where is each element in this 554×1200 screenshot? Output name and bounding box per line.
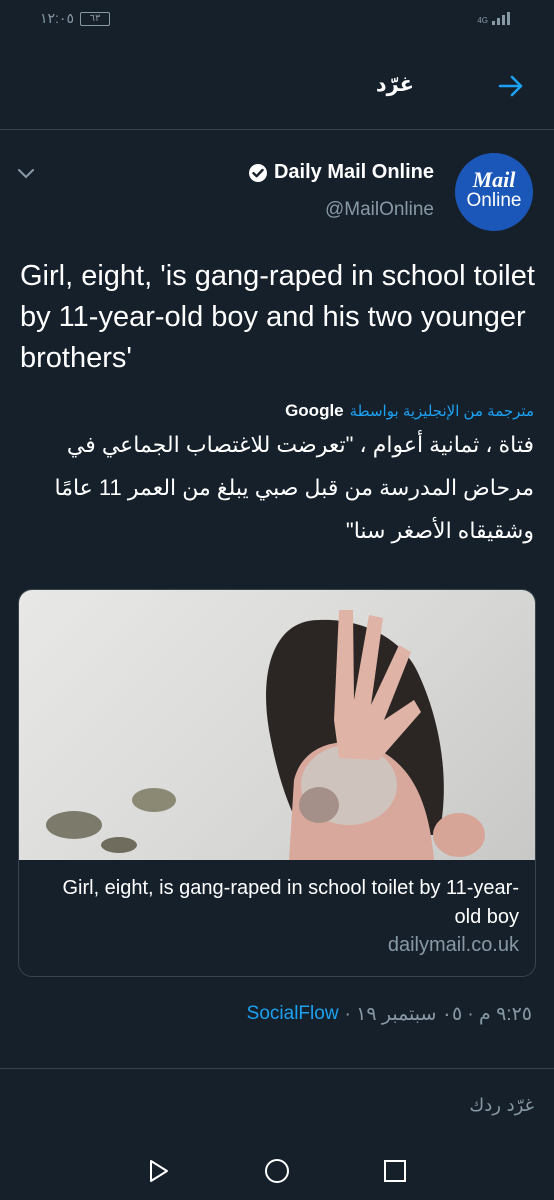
arrow-right-icon[interactable] xyxy=(498,74,524,98)
author-name-row[interactable]: Daily Mail Online xyxy=(248,161,434,184)
status-time: ١٢:٠٥ xyxy=(40,10,74,26)
link-card[interactable]: Girl, eight, is gang-raped in school toi… xyxy=(18,589,536,977)
recents-square-icon[interactable] xyxy=(380,1156,410,1186)
tweet-text: Girl, eight, 'is gang-raped in school to… xyxy=(20,260,535,374)
status-bar: ١٢:٠٥ ٦٣ 4G xyxy=(0,0,554,42)
system-nav-bar xyxy=(0,1144,554,1200)
user-handle[interactable]: @MailOnline xyxy=(325,199,434,221)
home-circle-icon[interactable] xyxy=(262,1156,292,1186)
avatar-text-online: Online xyxy=(466,190,522,211)
avatar-text-mail: Mail xyxy=(472,167,516,192)
card-photo xyxy=(46,610,485,860)
card-title: Girl, eight, is gang-raped in school toi… xyxy=(62,877,519,928)
google-logo: Google xyxy=(285,401,344,420)
card-image[interactable] xyxy=(19,590,535,860)
avatar[interactable]: Mail Online xyxy=(455,153,533,231)
reply-bar xyxy=(0,1068,554,1144)
header: غرّد xyxy=(0,42,554,130)
signal-bar xyxy=(502,15,505,25)
translated-text: فتاة ، ثمانية أعوام ، "تعرضت للاغتصاب ال… xyxy=(54,432,534,543)
signal-bar xyxy=(492,21,495,25)
signal-bar xyxy=(507,12,510,25)
signal-indicator: 4G xyxy=(477,12,510,25)
card-domain: dailymail.co.uk xyxy=(387,934,519,956)
page-title: غرّد xyxy=(375,73,414,96)
verified-icon xyxy=(248,163,267,182)
translation-attribution[interactable]: مترجمة من الإنجليزية بواسطة Google xyxy=(285,401,534,421)
translated-by-label: مترجمة من الإنجليزية بواسطة xyxy=(349,403,534,420)
back-triangle-icon[interactable] xyxy=(143,1156,173,1186)
display-name: Daily Mail Online xyxy=(273,161,434,183)
network-type: 4G xyxy=(477,16,488,25)
tweet-meta: ٩:٢٥ م · ٠٥ سبتمبر ١٩ · SocialFlow xyxy=(247,1003,532,1026)
tweet-timestamp: ٩:٢٥ م · ٠٥ سبتمبر ١٩ · xyxy=(344,1004,532,1025)
reply-input[interactable] xyxy=(234,1095,534,1116)
signal-bar xyxy=(497,18,500,25)
battery-icon: ٦٣ xyxy=(79,11,110,26)
tweet-source-link[interactable]: SocialFlow xyxy=(247,1003,339,1026)
status-left: ١٢:٠٥ ٦٣ xyxy=(40,10,110,27)
chevron-down-icon[interactable] xyxy=(18,169,34,179)
